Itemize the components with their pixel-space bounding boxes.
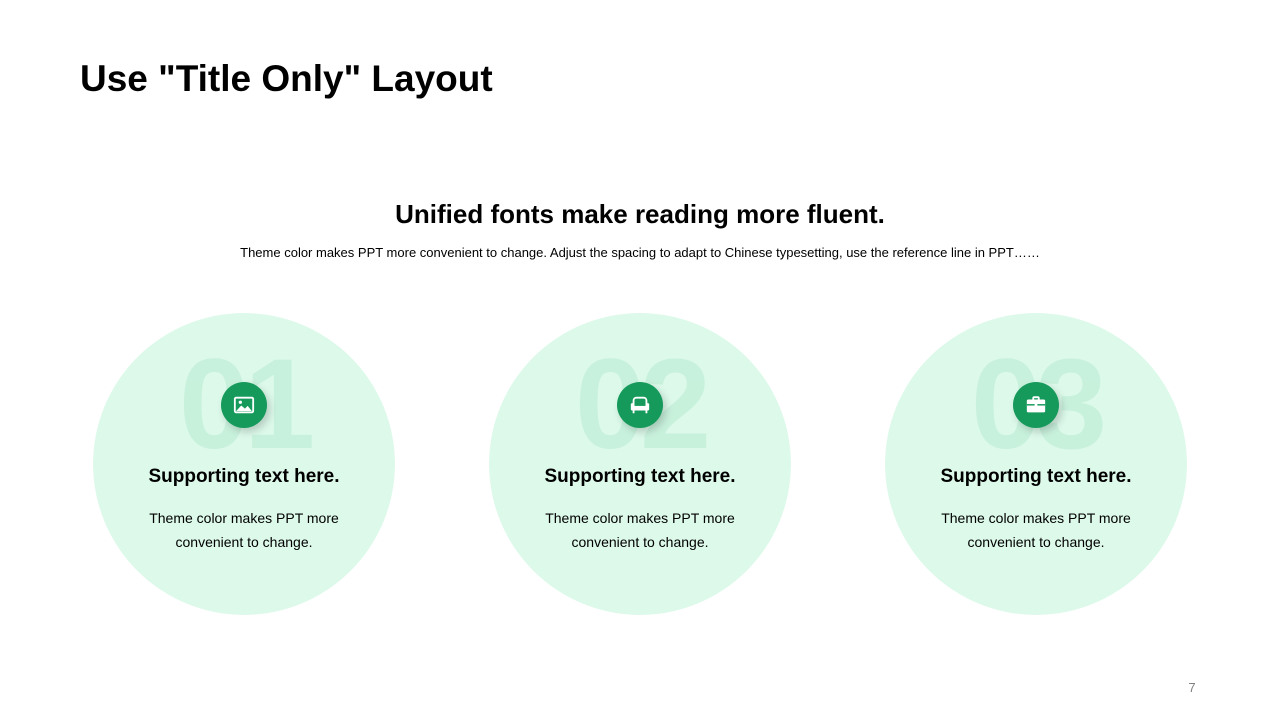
card-heading: Supporting text here. bbox=[940, 466, 1132, 487]
feature-card-2: 02 Supporting text here. Theme color mak… bbox=[489, 313, 791, 615]
card-body: Theme color makes PPT more convenient to… bbox=[926, 506, 1146, 554]
card-body: Theme color makes PPT more convenient to… bbox=[134, 506, 354, 554]
image-icon bbox=[221, 382, 267, 428]
feature-card-1: 01 Supporting text here. Theme color mak… bbox=[93, 313, 395, 615]
page-number: 7 bbox=[1188, 680, 1196, 695]
feature-card-3: 03 Supporting text here. Theme color mak… bbox=[885, 313, 1187, 615]
card-body-line: Theme color makes PPT more bbox=[149, 510, 339, 526]
briefcase-icon bbox=[1013, 382, 1059, 428]
card-heading: Supporting text here. bbox=[544, 466, 736, 487]
section-subtitle: Theme color makes PPT more convenient to… bbox=[240, 245, 1040, 260]
armchair-icon bbox=[617, 382, 663, 428]
section-heading: Unified fonts make reading more fluent. bbox=[395, 199, 885, 229]
card-body-line: Theme color makes PPT more bbox=[545, 510, 735, 526]
card-body-line: Theme color makes PPT more bbox=[941, 510, 1131, 526]
card-body: Theme color makes PPT more convenient to… bbox=[530, 506, 750, 554]
card-body-line: convenient to change. bbox=[967, 534, 1105, 550]
card-heading: Supporting text here. bbox=[148, 466, 340, 487]
slide-title: Use "Title Only" Layout bbox=[80, 58, 493, 99]
card-body-line: convenient to change. bbox=[571, 534, 709, 550]
slide: Use "Title Only" Layout Unified fonts ma… bbox=[0, 0, 1280, 720]
card-body-line: convenient to change. bbox=[175, 534, 313, 550]
